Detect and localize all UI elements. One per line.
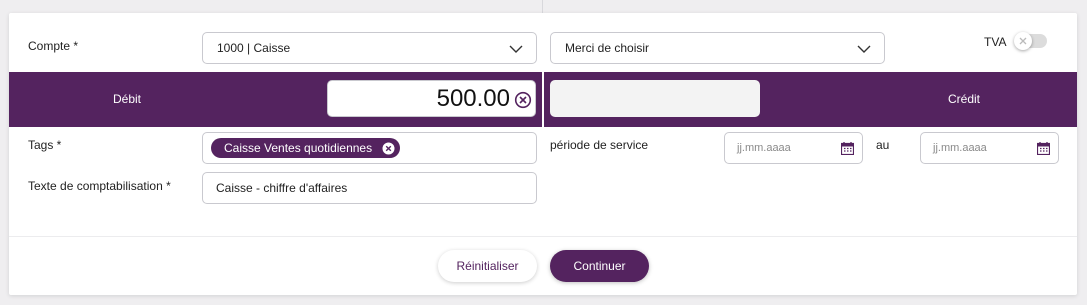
debit-amount-value: 500.00 xyxy=(436,84,510,112)
debit-label: Débit xyxy=(113,92,142,106)
reset-button[interactable]: Réinitialiser xyxy=(438,250,537,282)
close-icon xyxy=(1019,37,1027,45)
vat-label: TVA xyxy=(984,35,1007,49)
chevron-down-icon xyxy=(857,45,871,53)
credit-amount-input[interactable] xyxy=(550,80,760,117)
contra-account-select[interactable]: Merci de choisir xyxy=(550,32,885,64)
date-placeholder: jj.mm.aaaa xyxy=(737,142,791,154)
account-select[interactable]: 1000 | Caisse xyxy=(202,32,537,64)
booking-text-label: Texte de comptabilisation * xyxy=(28,179,171,193)
booking-text-input[interactable]: Caisse - chiffre d'affaires xyxy=(202,172,537,204)
tags-label: Tags * xyxy=(28,138,62,152)
contra-account-select-value: Merci de choisir xyxy=(565,41,650,55)
tags-input[interactable]: Caisse Ventes quotidiennes xyxy=(202,132,537,164)
booking-text-value: Caisse - chiffre d'affaires xyxy=(216,181,348,195)
calendar-icon[interactable] xyxy=(841,142,854,155)
credit-label: Crédit xyxy=(948,92,981,106)
date-placeholder: jj.mm.aaaa xyxy=(933,142,987,154)
period-separator: au xyxy=(876,138,890,152)
tag-chip: Caisse Ventes quotidiennes xyxy=(211,138,401,158)
remove-tag-icon[interactable] xyxy=(382,142,395,155)
booking-form-card: Compte * 1000 | Caisse Merci de choisir … xyxy=(9,13,1077,295)
account-select-value: 1000 | Caisse xyxy=(217,41,291,55)
toggle-knob xyxy=(1014,32,1032,50)
service-period-start-input[interactable]: jj.mm.aaaa xyxy=(724,132,863,164)
top-column-divider xyxy=(542,0,543,13)
account-label: Compte * xyxy=(28,39,79,53)
calendar-icon[interactable] xyxy=(1037,142,1050,155)
debit-amount-input[interactable]: 500.00 xyxy=(327,80,536,117)
band-divider xyxy=(542,72,544,127)
chevron-down-icon xyxy=(509,45,523,53)
clear-circle-icon[interactable] xyxy=(514,91,532,109)
tag-chip-label: Caisse Ventes quotidiennes xyxy=(224,141,373,155)
service-period-label: période de service xyxy=(550,138,649,152)
footer-divider xyxy=(9,236,1077,237)
vat-toggle[interactable] xyxy=(1014,32,1047,50)
service-period-end-input[interactable]: jj.mm.aaaa xyxy=(920,132,1059,164)
debit-credit-band: Débit 500.00 Crédit xyxy=(9,72,1077,127)
continue-button[interactable]: Continuer xyxy=(550,250,649,282)
